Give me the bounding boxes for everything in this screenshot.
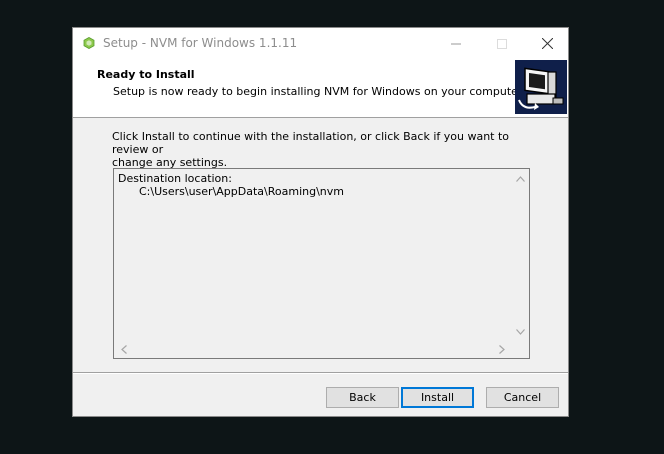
- intro-text: Click Install to continue with the insta…: [112, 130, 532, 169]
- scroll-right-button[interactable]: [494, 341, 510, 357]
- chevron-down-icon: [515, 329, 525, 335]
- summary-memo[interactable]: Destination location: C:\Users\user\AppD…: [113, 168, 530, 359]
- minimize-button[interactable]: [433, 28, 479, 59]
- chevron-right-icon: [499, 344, 505, 354]
- back-button[interactable]: Back: [326, 387, 399, 408]
- scroll-left-button[interactable]: [116, 341, 132, 357]
- memo-label: Destination location:: [118, 172, 232, 185]
- chevron-left-icon: [121, 344, 127, 354]
- nodejs-hexagon-icon: [83, 37, 95, 49]
- window-title: Setup - NVM for Windows 1.1.11: [103, 36, 298, 50]
- page-subtitle: Setup is now ready to begin installing N…: [113, 85, 525, 98]
- scroll-down-button[interactable]: [512, 324, 528, 340]
- chevron-up-icon: [515, 176, 525, 182]
- setup-window: Setup - NVM for Windows 1.1.11 Ready to …: [72, 27, 569, 417]
- intro-line-1: Click Install to continue with the insta…: [112, 130, 510, 156]
- button-area-divider: [73, 372, 568, 374]
- memo-content: Destination location: C:\Users\user\AppD…: [118, 172, 344, 198]
- scroll-up-button[interactable]: [512, 171, 528, 187]
- install-button[interactable]: Install: [401, 387, 474, 408]
- horizontal-scrollbar[interactable]: [114, 341, 529, 358]
- maximize-icon: [497, 38, 507, 49]
- close-icon: [541, 38, 553, 49]
- page-title: Ready to Install: [97, 68, 195, 81]
- cancel-button[interactable]: Cancel: [486, 387, 559, 408]
- wizard-header: Ready to Install Setup is now ready to b…: [73, 59, 568, 118]
- computer-install-icon: [515, 60, 567, 114]
- close-button[interactable]: [524, 28, 570, 59]
- maximize-button[interactable]: [479, 28, 525, 59]
- destination-path: C:\Users\user\AppData\Roaming\nvm: [138, 185, 344, 198]
- minimize-icon: [451, 43, 461, 44]
- vertical-scrollbar[interactable]: [512, 169, 529, 341]
- title-bar[interactable]: Setup - NVM for Windows 1.1.11: [73, 28, 568, 59]
